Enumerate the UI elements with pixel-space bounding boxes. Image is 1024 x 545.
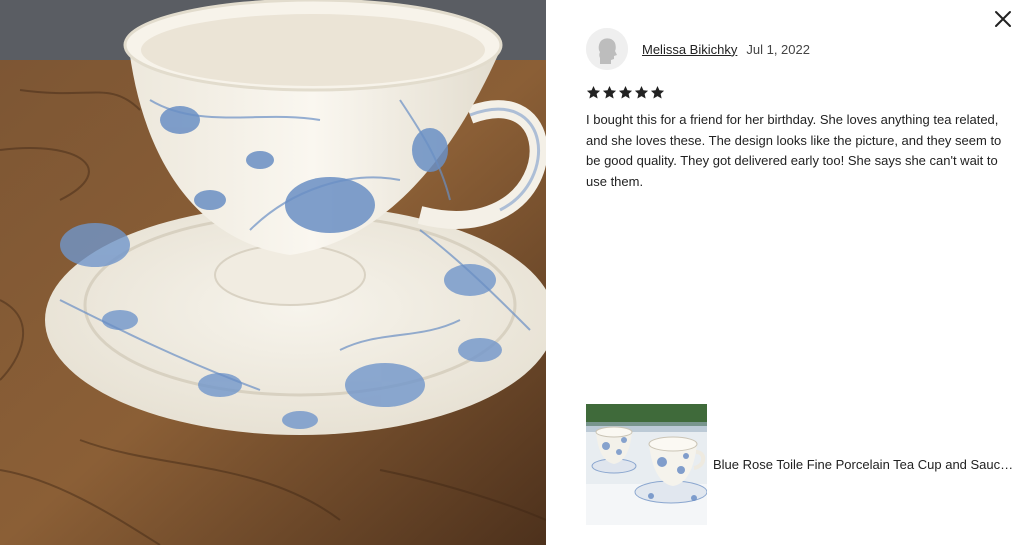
reviewer-info: Melissa Bikichky Jul 1, 2022	[586, 28, 810, 70]
close-icon	[995, 11, 1011, 27]
review-photo	[0, 0, 546, 545]
teacup-photo	[0, 0, 546, 545]
star-filled-icon	[650, 85, 665, 99]
star-filled-icon	[602, 85, 617, 99]
review-text: I bought this for a friend for her birth…	[586, 112, 1002, 189]
star-filled-icon	[634, 85, 649, 99]
product-thumbnail-image	[586, 404, 707, 525]
star-filled-icon	[586, 85, 601, 99]
avatar[interactable]	[586, 28, 628, 70]
product-link[interactable]: Blue Rose Toile Fine Porcelain Tea Cup a…	[586, 404, 1018, 525]
reviewer-name-link[interactable]: Melissa Bikichky	[642, 42, 737, 57]
default-avatar-icon	[586, 28, 628, 70]
review-panel: Melissa Bikichky Jul 1, 2022 I bought th…	[546, 0, 1024, 545]
star-rating	[586, 85, 665, 100]
star-filled-icon	[618, 85, 633, 99]
review-modal: Melissa Bikichky Jul 1, 2022 I bought th…	[0, 0, 1024, 545]
product-title[interactable]: Blue Rose Toile Fine Porcelain Tea Cup a…	[713, 457, 1018, 472]
close-button[interactable]	[992, 8, 1014, 30]
review-date: Jul 1, 2022	[746, 41, 810, 57]
product-thumbnail[interactable]	[586, 404, 707, 525]
